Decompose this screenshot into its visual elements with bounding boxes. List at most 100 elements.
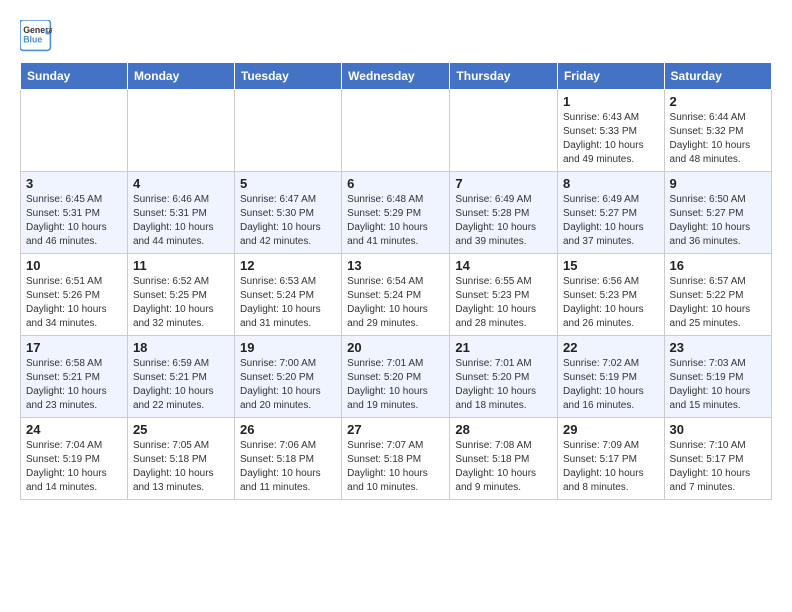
calendar-cell: 3Sunrise: 6:45 AM Sunset: 5:31 PM Daylig… (21, 172, 128, 254)
calendar-cell: 25Sunrise: 7:05 AM Sunset: 5:18 PM Dayli… (127, 418, 234, 500)
day-info: Sunrise: 7:10 AM Sunset: 5:17 PM Dayligh… (670, 439, 766, 495)
calendar-cell: 28 Sunrise: 7:08 AM Sunset: 5:18 PM Dayli… (450, 418, 558, 500)
day-number: 3 (26, 176, 122, 191)
calendar-cell: 5 Sunrise: 6:47 AM Sunset: 5:30 PM Daylig… (234, 172, 341, 254)
calendar-header-row: SundayMondayTuesdayWednesdayThursdayFrid… (21, 63, 772, 90)
calendar-cell: 2 Sunrise: 6:44 AM Sunset: 5:32 PM Daylig… (664, 90, 771, 172)
calendar-cell: 29Sunrise: 7:09 AM Sunset: 5:17 PM Dayli… (557, 418, 664, 500)
calendar-cell (342, 90, 450, 172)
day-info: Sunrise: 6:46 AM Sunset: 5:31 PM Dayligh… (133, 193, 229, 249)
day-number: 6 (347, 176, 444, 191)
day-number: 22 (563, 340, 659, 355)
calendar-cell: 15 Sunrise: 6:56 AM Sunset: 5:23 PM Dayli… (557, 254, 664, 336)
calendar-body: 1 Sunrise: 6:43 AM Sunset: 5:33 PM Daylig… (21, 90, 772, 500)
calendar-cell: 17 Sunrise: 6:58 AM Sunset: 5:21 PM Dayli… (21, 336, 128, 418)
svg-text:Blue: Blue (23, 34, 42, 44)
day-info: Sunrise: 6:57 AM Sunset: 5:22 PM Dayligh… (670, 275, 766, 331)
logo: General Blue (20, 20, 52, 52)
weekday-header-sunday: Sunday (21, 63, 128, 90)
day-info: Sunrise: 6:49 AM Sunset: 5:28 PM Dayligh… (455, 193, 552, 249)
logo-icon: General Blue (20, 20, 52, 52)
weekday-header-wednesday: Wednesday (342, 63, 450, 90)
calendar-cell: 4 Sunrise: 6:46 AM Sunset: 5:31 PM Daylig… (127, 172, 234, 254)
calendar-cell: 13Sunrise: 6:54 AM Sunset: 5:24 PM Dayli… (342, 254, 450, 336)
calendar-cell: 24Sunrise: 7:04 AM Sunset: 5:19 PM Dayli… (21, 418, 128, 500)
calendar-cell (450, 90, 558, 172)
day-number: 26 (240, 422, 336, 437)
day-number: 9 (670, 176, 766, 191)
day-info: Sunrise: 7:07 AM Sunset: 5:18 PM Dayligh… (347, 439, 444, 495)
day-info: Sunrise: 7:01 AM Sunset: 5:20 PM Dayligh… (347, 357, 444, 413)
day-info: Sunrise: 6:56 AM Sunset: 5:23 PM Dayligh… (563, 275, 659, 331)
calendar-cell: 11 Sunrise: 6:52 AM Sunset: 5:25 PM Dayli… (127, 254, 234, 336)
calendar-cell: 9 Sunrise: 6:50 AM Sunset: 5:27 PM Daylig… (664, 172, 771, 254)
calendar-cell (21, 90, 128, 172)
day-info: Sunrise: 6:52 AM Sunset: 5:25 PM Dayligh… (133, 275, 229, 331)
calendar-table: SundayMondayTuesdayWednesdayThursdayFrid… (20, 62, 772, 500)
calendar-cell: 7 Sunrise: 6:49 AM Sunset: 5:28 PM Daylig… (450, 172, 558, 254)
weekday-header-tuesday: Tuesday (234, 63, 341, 90)
day-number: 16 (670, 258, 766, 273)
day-number: 19 (240, 340, 336, 355)
page-header: General Blue (20, 20, 772, 52)
day-number: 14 (455, 258, 552, 273)
day-info: Sunrise: 6:59 AM Sunset: 5:21 PM Dayligh… (133, 357, 229, 413)
day-info: Sunrise: 6:47 AM Sunset: 5:30 PM Dayligh… (240, 193, 336, 249)
day-info: Sunrise: 7:01 AM Sunset: 5:20 PM Dayligh… (455, 357, 552, 413)
day-number: 18 (133, 340, 229, 355)
calendar-cell: 26 Sunrise: 7:06 AM Sunset: 5:18 PM Dayli… (234, 418, 341, 500)
calendar-week-4: 17 Sunrise: 6:58 AM Sunset: 5:21 PM Dayli… (21, 336, 772, 418)
day-info: Sunrise: 6:53 AM Sunset: 5:24 PM Dayligh… (240, 275, 336, 331)
day-info: Sunrise: 6:43 AM Sunset: 5:33 PM Dayligh… (563, 111, 659, 167)
weekday-header-thursday: Thursday (450, 63, 558, 90)
calendar-cell: 12Sunrise: 6:53 AM Sunset: 5:24 PM Dayli… (234, 254, 341, 336)
day-number: 23 (670, 340, 766, 355)
calendar-cell (127, 90, 234, 172)
calendar-cell: 27 Sunrise: 7:07 AM Sunset: 5:18 PM Dayli… (342, 418, 450, 500)
calendar-cell: 1 Sunrise: 6:43 AM Sunset: 5:33 PM Daylig… (557, 90, 664, 172)
day-number: 15 (563, 258, 659, 273)
weekday-header-monday: Monday (127, 63, 234, 90)
calendar-cell: 14Sunrise: 6:55 AM Sunset: 5:23 PM Dayli… (450, 254, 558, 336)
calendar-cell: 23 Sunrise: 7:03 AM Sunset: 5:19 PM Dayli… (664, 336, 771, 418)
day-info: Sunrise: 7:00 AM Sunset: 5:20 PM Dayligh… (240, 357, 336, 413)
calendar-cell: 8Sunrise: 6:49 AM Sunset: 5:27 PM Daylig… (557, 172, 664, 254)
day-info: Sunrise: 7:08 AM Sunset: 5:18 PM Dayligh… (455, 439, 552, 495)
calendar-week-1: 1 Sunrise: 6:43 AM Sunset: 5:33 PM Daylig… (21, 90, 772, 172)
calendar-week-3: 10Sunrise: 6:51 AM Sunset: 5:26 PM Dayli… (21, 254, 772, 336)
calendar-week-2: 3Sunrise: 6:45 AM Sunset: 5:31 PM Daylig… (21, 172, 772, 254)
day-info: Sunrise: 6:50 AM Sunset: 5:27 PM Dayligh… (670, 193, 766, 249)
calendar-cell: 16 Sunrise: 6:57 AM Sunset: 5:22 PM Dayli… (664, 254, 771, 336)
day-number: 5 (240, 176, 336, 191)
weekday-header-saturday: Saturday (664, 63, 771, 90)
day-number: 25 (133, 422, 229, 437)
day-info: Sunrise: 6:58 AM Sunset: 5:21 PM Dayligh… (26, 357, 122, 413)
day-number: 21 (455, 340, 552, 355)
day-number: 20 (347, 340, 444, 355)
day-number: 2 (670, 94, 766, 109)
day-number: 24 (26, 422, 122, 437)
day-number: 17 (26, 340, 122, 355)
calendar-cell: 10Sunrise: 6:51 AM Sunset: 5:26 PM Dayli… (21, 254, 128, 336)
day-number: 4 (133, 176, 229, 191)
calendar-cell: 19 Sunrise: 7:00 AM Sunset: 5:20 PM Dayli… (234, 336, 341, 418)
day-info: Sunrise: 6:51 AM Sunset: 5:26 PM Dayligh… (26, 275, 122, 331)
day-number: 11 (133, 258, 229, 273)
day-number: 30 (670, 422, 766, 437)
day-info: Sunrise: 6:48 AM Sunset: 5:29 PM Dayligh… (347, 193, 444, 249)
weekday-header-friday: Friday (557, 63, 664, 90)
day-number: 13 (347, 258, 444, 273)
calendar-cell: 21 Sunrise: 7:01 AM Sunset: 5:20 PM Dayli… (450, 336, 558, 418)
day-info: Sunrise: 7:09 AM Sunset: 5:17 PM Dayligh… (563, 439, 659, 495)
day-number: 28 (455, 422, 552, 437)
day-number: 7 (455, 176, 552, 191)
calendar-week-5: 24Sunrise: 7:04 AM Sunset: 5:19 PM Dayli… (21, 418, 772, 500)
day-number: 1 (563, 94, 659, 109)
calendar-cell: 20 Sunrise: 7:01 AM Sunset: 5:20 PM Dayli… (342, 336, 450, 418)
day-number: 27 (347, 422, 444, 437)
day-info: Sunrise: 6:44 AM Sunset: 5:32 PM Dayligh… (670, 111, 766, 167)
calendar-cell: 22 Sunrise: 7:02 AM Sunset: 5:19 PM Dayli… (557, 336, 664, 418)
day-info: Sunrise: 7:03 AM Sunset: 5:19 PM Dayligh… (670, 357, 766, 413)
day-info: Sunrise: 7:06 AM Sunset: 5:18 PM Dayligh… (240, 439, 336, 495)
day-info: Sunrise: 7:02 AM Sunset: 5:19 PM Dayligh… (563, 357, 659, 413)
